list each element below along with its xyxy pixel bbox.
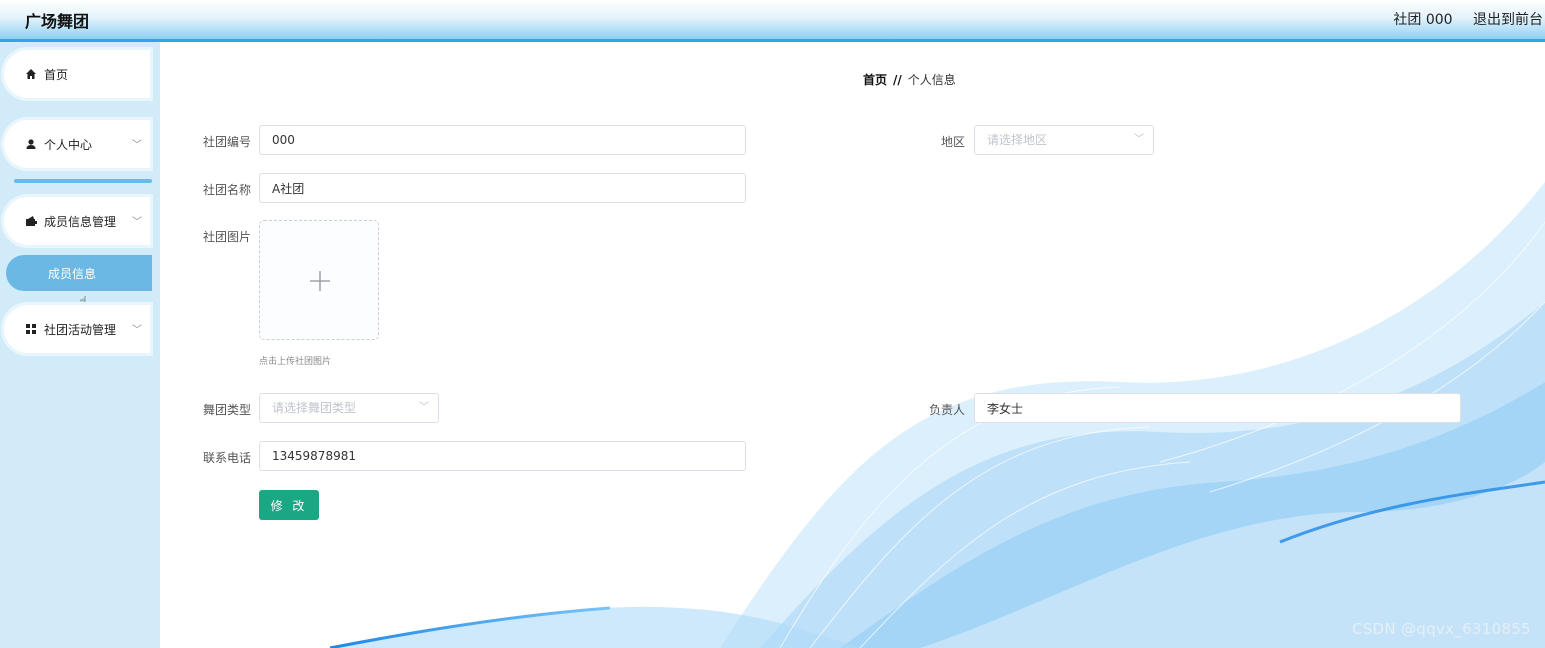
dance-type-label: 舞团类型: [202, 403, 251, 417]
grid-icon: [24, 324, 38, 334]
sidebar-item-member-management[interactable]: 成员信息管理 ﹀: [2, 195, 152, 247]
sidebar-item-activity-management[interactable]: 社团活动管理 ﹀: [2, 303, 152, 355]
club-name-label: 社团名称: [202, 183, 251, 197]
club-no-input[interactable]: [259, 125, 746, 155]
wallet-icon: [24, 216, 38, 226]
logout-link[interactable]: 退出到前台: [1473, 12, 1543, 28]
current-user-label: 社团 000: [1393, 12, 1453, 28]
leader-input[interactable]: [974, 393, 1461, 423]
watermark: CSDN @qqvx_6310855: [1351, 620, 1531, 638]
sidebar-subitem-label: 成员信息: [48, 266, 97, 281]
main-content: 首页 // 个人信息 社团编号 地区 请选择地区 ﹀ 社团名称 社团图片 点击上传社…: [160, 42, 1545, 648]
sidebar-item-label: 社团活动管理: [44, 322, 117, 337]
phone-label: 联系电话: [202, 451, 251, 465]
dance-type-select[interactable]: 请选择舞团类型 ﹀: [259, 393, 439, 423]
region-placeholder: 请选择地区: [987, 133, 1048, 147]
phone-input[interactable]: [259, 441, 746, 471]
breadcrumb-current: 个人信息: [907, 73, 956, 87]
sidebar-item-label: 首页: [44, 67, 69, 82]
club-image-label: 社团图片: [202, 230, 251, 244]
sidebar-item-label: 成员信息管理: [44, 214, 117, 229]
sidebar: 首页 个人中心 ﹀ 成员信息管理 ﹀ 成员信息 ☝ 社团活动管理 ﹀: [0, 42, 160, 648]
chevron-down-icon: ﹀: [419, 402, 429, 413]
sidebar-item-label: 个人中心: [44, 137, 93, 152]
plus-icon: [260, 221, 380, 341]
chevron-down-icon: ﹀: [132, 140, 142, 151]
app-title: 广场舞团: [25, 12, 90, 31]
user-icon: [24, 139, 38, 149]
header-actions: 社团 000 退出到前台: [1377, 9, 1543, 29]
image-uploader[interactable]: [259, 220, 379, 340]
club-name-input[interactable]: [259, 173, 746, 203]
chevron-down-icon: ﹀: [132, 325, 142, 336]
sidebar-subitem-member-info[interactable]: 成员信息: [6, 255, 152, 291]
club-no-label: 社团编号: [202, 135, 251, 149]
modify-button[interactable]: 修 改: [259, 490, 319, 520]
region-select[interactable]: 请选择地区 ﹀: [974, 125, 1154, 155]
breadcrumb: 首页 // 个人信息: [863, 71, 956, 88]
dance-type-placeholder: 请选择舞团类型: [272, 401, 357, 415]
breadcrumb-separator: //: [893, 73, 902, 87]
leader-label: 负责人: [928, 403, 965, 417]
top-header: 广场舞团 社团 000 退出到前台: [0, 0, 1545, 42]
chevron-down-icon: ﹀: [1134, 134, 1144, 145]
chevron-down-icon: ﹀: [132, 217, 142, 228]
sidebar-item-home[interactable]: 首页: [2, 48, 152, 100]
sidebar-item-personal-center[interactable]: 个人中心 ﹀: [2, 118, 152, 170]
region-label: 地区: [940, 135, 965, 149]
breadcrumb-home-link[interactable]: 首页: [863, 73, 887, 87]
home-icon: [24, 69, 38, 79]
upload-tip: 点击上传社团图片: [259, 357, 332, 367]
menu-divider: [14, 179, 152, 183]
